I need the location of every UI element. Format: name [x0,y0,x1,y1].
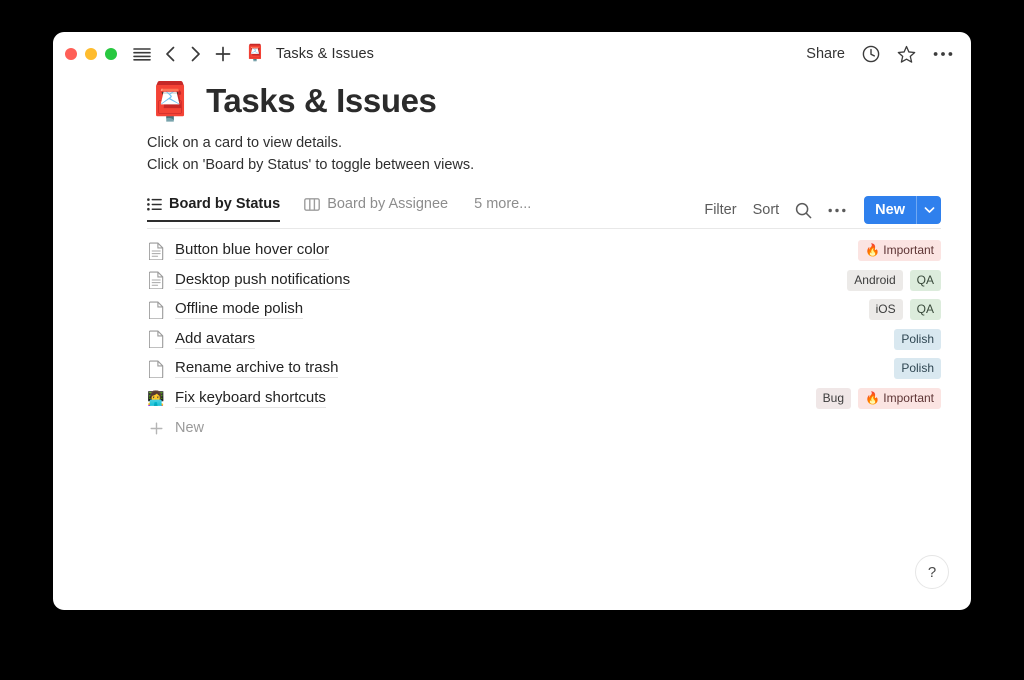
task-row[interactable]: Add avatars Polish [147,325,941,355]
task-list: Button blue hover color 🔥 Important Deskto… [147,236,941,413]
new-task-row[interactable]: New [147,414,941,442]
tab-label: Board by Assignee [327,196,449,212]
task-tag[interactable]: Android [847,269,903,291]
task-tag[interactable]: 🔥 Important [858,240,941,262]
search-icon[interactable] [795,202,812,219]
task-tags: Polish [894,328,941,350]
postbox-icon[interactable]: 📮 [147,83,193,120]
task-row[interactable]: Button blue hover color 🔥 Important [147,236,941,266]
filter-button[interactable]: Filter [704,202,736,218]
more-options-icon[interactable] [933,51,953,57]
task-tag[interactable]: Bug [815,387,852,409]
close-window-button[interactable] [65,48,77,60]
page-title: Tasks & Issues [206,82,437,119]
task-title: Desktop push notifications [175,270,351,290]
page-with-lines-icon [147,271,165,290]
title-bar-actions: Share [806,45,953,64]
blank-page-icon [147,330,165,349]
plus-icon [147,422,165,435]
view-toolbar: Filter Sort New [704,196,941,230]
postbox-icon: 📮 [245,45,265,62]
window-controls [65,48,117,60]
task-row[interactable]: 👩‍💻 Fix keyboard shortcuts Bug 🔥 Important [147,384,941,414]
history-clock-icon[interactable] [862,45,880,63]
share-button[interactable]: Share [806,46,845,62]
new-button[interactable]: New [864,196,941,224]
minimize-window-button[interactable] [85,48,97,60]
forward-chevron-icon[interactable] [190,46,201,62]
task-title: Fix keyboard shortcuts [175,388,326,408]
task-title: Add avatars [175,329,256,349]
page-subtitle-line-1: Click on a card to view details. [147,135,343,151]
tab-board-by-status[interactable]: Board by Status [147,196,290,222]
plus-icon[interactable] [215,46,231,62]
page-subtitle-line-2: Click on 'Board by Status' to toggle bet… [147,157,475,173]
board-view-icon [304,197,321,211]
task-row[interactable]: Rename archive to trash Polish [147,354,941,384]
help-button[interactable]: ? [915,555,949,589]
window-title: Tasks & Issues [275,46,375,62]
sidebar-toggle-icon[interactable] [133,47,151,61]
tab-label: Board by Status [169,196,281,212]
maximize-window-button[interactable] [105,48,117,60]
task-row[interactable]: Desktop push notifications Android QA [147,266,941,296]
page-header: 📮 Tasks & Issues [147,82,941,120]
task-tags: iOS QA [868,299,941,321]
task-tag[interactable]: QA [909,269,941,291]
blank-page-icon [147,301,165,319]
task-tags: Android QA [847,269,941,291]
new-task-label: New [175,420,205,436]
new-button-label: New [875,202,905,218]
task-row[interactable]: Offline mode polish iOS QA [147,295,941,325]
title-bar: 📮 Tasks & Issues Share [53,32,971,76]
list-view-icon [147,197,162,211]
view-tab-bar: Board by Status Board by Assignee 5 more… [147,196,941,229]
sort-button[interactable]: Sort [753,202,780,218]
screen: 📮 Tasks & Issues Share 📮 Tasks & Issues … [0,0,1024,680]
task-tags: 🔥 Important [858,240,941,262]
blank-page-icon [147,360,165,378]
task-tag[interactable]: Polish [894,358,941,380]
page-content: 📮 Tasks & Issues Click on a card to view… [53,82,971,442]
page-body: 📮 Tasks & Issues Click on a card to view… [53,82,971,442]
star-icon[interactable] [897,45,916,64]
task-tags: Polish [894,358,941,380]
back-chevron-icon[interactable] [165,46,176,62]
technologist-emoji-icon: 👩‍💻 [147,390,165,407]
task-title: Rename archive to trash [175,359,339,379]
task-title: Offline mode polish [175,300,304,320]
task-tag[interactable]: Polish [894,328,941,350]
task-tag[interactable]: iOS [868,299,903,321]
task-tag[interactable]: QA [909,299,941,321]
tabs-more-button[interactable]: 5 more... [474,196,531,221]
task-title: Button blue hover color [175,241,330,261]
page-with-lines-icon [147,242,165,260]
app-window: 📮 Tasks & Issues Share 📮 Tasks & Issues … [53,32,971,610]
task-tags: Bug 🔥 Important [815,387,941,409]
chevron-down-icon[interactable] [916,196,941,224]
more-options-icon[interactable] [828,208,846,213]
task-tag[interactable]: 🔥 Important [858,387,941,409]
tab-board-by-assignee[interactable]: Board by Assignee [304,196,458,221]
